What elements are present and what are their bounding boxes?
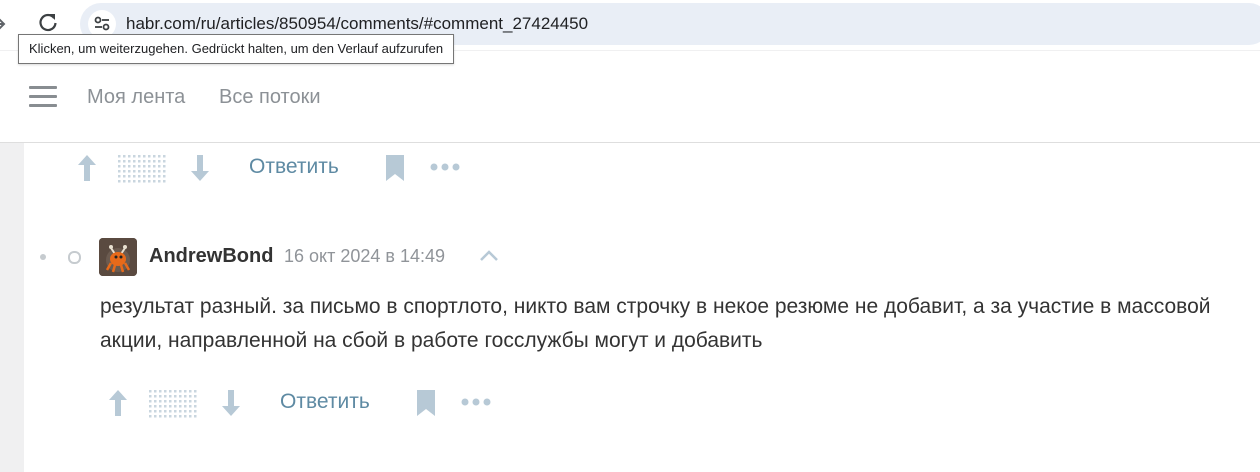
- comment-actions: Ответить: [74, 151, 474, 187]
- collapse-thread-icon[interactable]: [478, 246, 500, 266]
- bookmark-icon[interactable]: [415, 388, 437, 423]
- more-icon[interactable]: [430, 159, 462, 180]
- avatar[interactable]: [99, 238, 137, 276]
- comment-date[interactable]: 16 окт 2024 в 14:49: [284, 246, 445, 267]
- thread-level-dot: [40, 254, 46, 260]
- vote-score-placeholder-icon: [118, 155, 168, 188]
- comment-header: AndrewBond 16 окт 2024 в 14:49: [24, 237, 1260, 277]
- bookmark-icon[interactable]: [384, 153, 406, 188]
- upvote-icon[interactable]: [74, 153, 100, 188]
- vote-score-placeholder-icon: [149, 390, 199, 423]
- comments-section: Ответить AndrewBond 16 окт 2024 в 14:49: [24, 143, 1260, 472]
- comment-actions: Ответить: [105, 386, 505, 422]
- reload-icon[interactable]: [34, 8, 62, 36]
- menu-icon[interactable]: [29, 86, 57, 108]
- forward-icon[interactable]: [0, 10, 10, 38]
- comment-author[interactable]: AndrewBond: [149, 245, 273, 268]
- forward-tooltip: Klicken, um weiterzugehen. Gedrückt halt…: [18, 34, 455, 64]
- comment-body: результат разный. за письмо в спортлото,…: [100, 295, 1211, 352]
- url-text[interactable]: habr.com/ru/articles/850954/comments/#co…: [126, 14, 588, 34]
- site-header: Моя лента Все потоки: [0, 51, 1260, 143]
- nav-all-streams[interactable]: Все потоки: [219, 86, 321, 109]
- thread-level-ring: [68, 251, 81, 264]
- upvote-icon[interactable]: [105, 388, 131, 423]
- reply-button[interactable]: Ответить: [249, 155, 339, 179]
- reply-button[interactable]: Ответить: [280, 390, 370, 414]
- downvote-icon[interactable]: [218, 388, 244, 423]
- nav-my-feed[interactable]: Моя лента: [87, 86, 185, 109]
- more-icon[interactable]: [461, 394, 493, 415]
- downvote-icon[interactable]: [187, 153, 213, 188]
